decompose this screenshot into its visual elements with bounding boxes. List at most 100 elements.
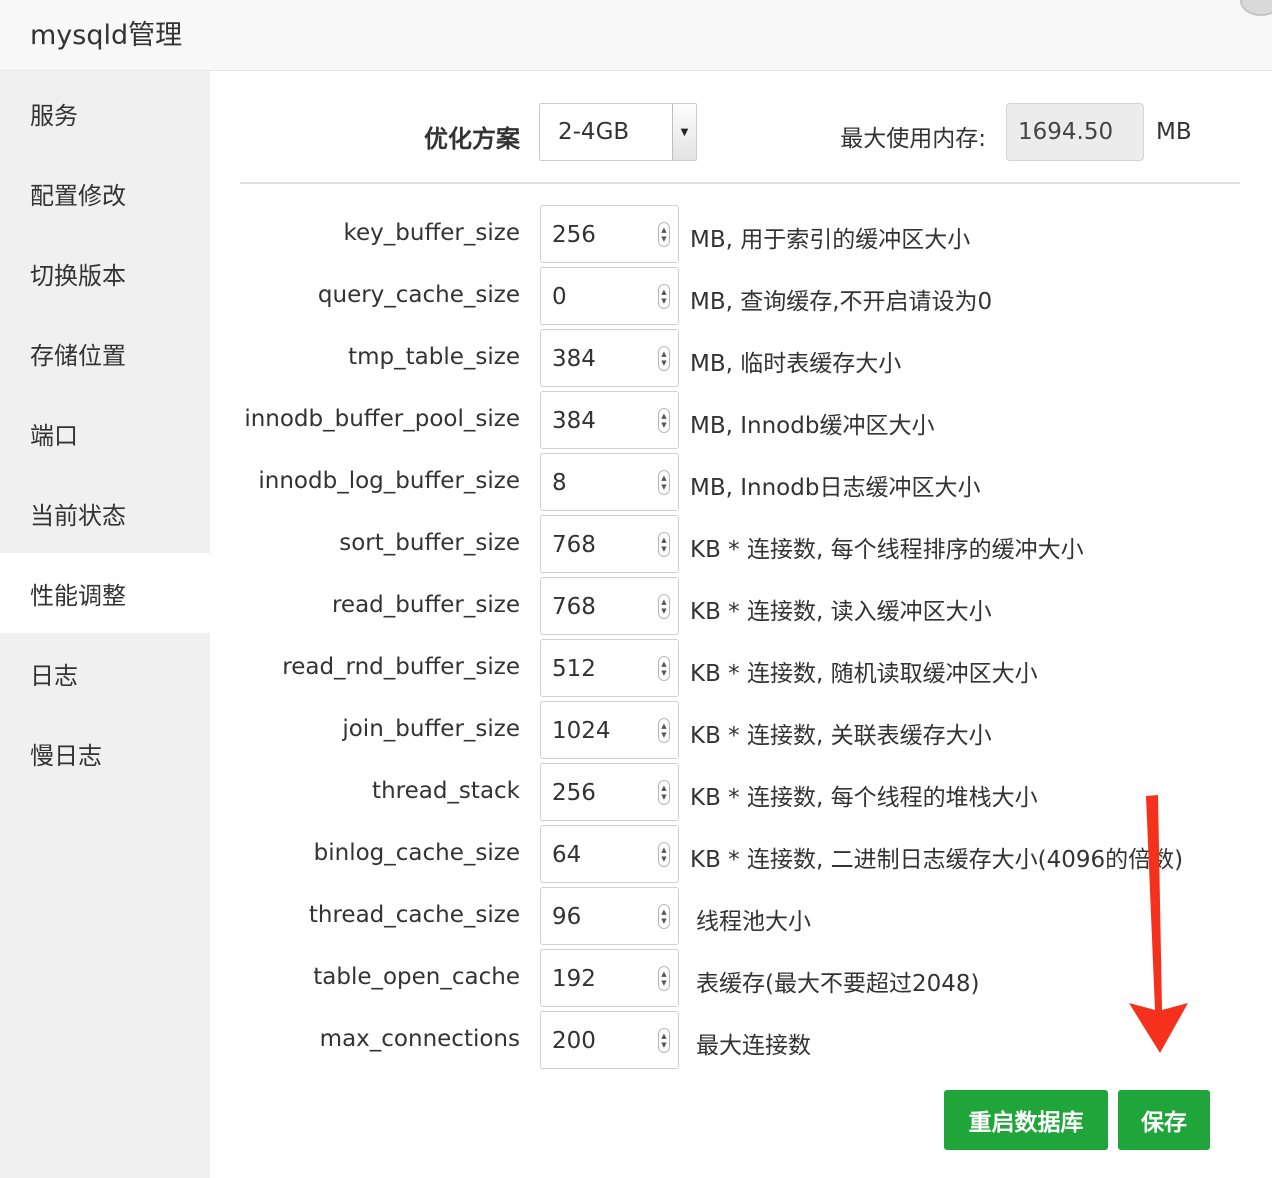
sidebar-item-version[interactable]: 切换版本: [0, 233, 210, 313]
param-number-input[interactable]: 384 ▲ ▼: [540, 391, 679, 449]
param-description: MB, Innodb日志缓冲区大小: [690, 475, 981, 501]
sidebar-item-log[interactable]: 日志: [0, 633, 210, 713]
param-label: max_connections: [319, 1026, 520, 1052]
param-number-input[interactable]: 768 ▲ ▼: [540, 577, 679, 635]
param-label: sort_buffer_size: [339, 530, 520, 556]
max-mem-field: 1694.50: [1006, 103, 1144, 161]
spinner-arrows-icon[interactable]: ▲ ▼: [658, 346, 670, 371]
spinner-arrows-icon[interactable]: ▲ ▼: [658, 718, 670, 743]
param-label: thread_stack: [372, 778, 520, 804]
param-number-input[interactable]: 0 ▲ ▼: [540, 267, 679, 325]
sidebar-item-port[interactable]: 端口: [0, 393, 210, 473]
param-row: table_open_cache 192 ▲ ▼ 表缓存(最大不要超过2048): [210, 947, 1272, 1009]
param-row: key_buffer_size 256 ▲ ▼ MB, 用于索引的缓冲区大小: [210, 203, 1272, 265]
param-label: thread_cache_size: [308, 902, 520, 928]
param-number-input[interactable]: 512 ▲ ▼: [540, 639, 679, 697]
divider: [240, 182, 1240, 184]
param-label: innodb_log_buffer_size: [258, 468, 520, 494]
param-value: 384: [552, 346, 596, 372]
param-label: join_buffer_size: [342, 716, 520, 742]
param-label: key_buffer_size: [343, 220, 521, 246]
param-label: read_rnd_buffer_size: [282, 654, 520, 680]
sidebar-item-status[interactable]: 当前状态: [0, 473, 210, 553]
param-description: KB * 连接数, 关联表缓存大小: [690, 723, 992, 749]
param-value: 200: [552, 1028, 596, 1054]
spinner-arrows-icon[interactable]: ▲ ▼: [658, 966, 670, 991]
spinner-arrows-icon[interactable]: ▲ ▼: [658, 284, 670, 309]
plan-select-value: 2-4GB: [558, 119, 630, 145]
spinner-arrows-icon[interactable]: ▲ ▼: [658, 904, 670, 929]
plan-select[interactable]: 2-4GB ▼: [539, 103, 697, 161]
param-row: join_buffer_size 1024 ▲ ▼ KB * 连接数, 关联表缓存大小: [210, 699, 1272, 761]
param-row: read_buffer_size 768 ▲ ▼ KB * 连接数, 读入缓冲区大小: [210, 575, 1272, 637]
param-value: 256: [552, 222, 596, 248]
param-row: sort_buffer_size 768 ▲ ▼ KB * 连接数, 每个线程排序的缓冲…: [210, 513, 1272, 575]
param-description: MB, 用于索引的缓冲区大小: [690, 227, 971, 253]
param-description: KB * 连接数, 每个线程的堆栈大小: [690, 785, 1038, 811]
param-number-input[interactable]: 768 ▲ ▼: [540, 515, 679, 573]
restart-database-button[interactable]: 重启数据库: [944, 1090, 1108, 1150]
param-value: 96: [552, 904, 582, 930]
spinner-arrows-icon[interactable]: ▲ ▼: [658, 780, 670, 805]
spinner-arrows-icon[interactable]: ▲ ▼: [658, 408, 670, 433]
param-number-input[interactable]: 192 ▲ ▼: [540, 949, 679, 1007]
param-value: 512: [552, 656, 596, 682]
param-row: innodb_buffer_pool_size 384 ▲ ▼ MB, Innodb缓冲…: [210, 389, 1272, 451]
param-number-input[interactable]: 64 ▲ ▼: [540, 825, 679, 883]
param-description: KB * 连接数, 每个线程排序的缓冲大小: [690, 537, 1084, 563]
param-label: binlog_cache_size: [313, 840, 520, 866]
spinner-arrows-icon[interactable]: ▲ ▼: [658, 1028, 670, 1053]
param-description: KB * 连接数, 随机读取缓冲区大小: [690, 661, 1038, 687]
param-label: tmp_table_size: [348, 344, 520, 370]
param-value: 768: [552, 594, 596, 620]
sidebar-item-slow-log[interactable]: 慢日志: [0, 713, 210, 793]
param-value: 384: [552, 408, 596, 434]
sidebar-item-service[interactable]: 服务: [0, 73, 210, 153]
param-row: max_connections 200 ▲ ▼ 最大连接数: [210, 1009, 1272, 1071]
param-value: 192: [552, 966, 596, 992]
save-button[interactable]: 保存: [1118, 1090, 1210, 1150]
param-description: 最大连接数: [696, 1033, 811, 1059]
param-number-input[interactable]: 8 ▲ ▼: [540, 453, 679, 511]
param-value: 768: [552, 532, 596, 558]
sidebar-item-storage[interactable]: 存储位置: [0, 313, 210, 393]
spinner-arrows-icon[interactable]: ▲ ▼: [658, 532, 670, 557]
param-description: 线程池大小: [696, 909, 811, 935]
main-panel: 优化方案 2-4GB ▼ 最大使用内存: 1694.50 MB key_buff…: [210, 71, 1272, 1178]
sidebar-item-config[interactable]: 配置修改: [0, 153, 210, 233]
title-bar: mysqld管理: [0, 0, 1272, 71]
param-label: query_cache_size: [317, 282, 520, 308]
param-number-input[interactable]: 200 ▲ ▼: [540, 1011, 679, 1069]
spinner-arrows-icon[interactable]: ▲ ▼: [658, 470, 670, 495]
param-value: 256: [552, 780, 596, 806]
param-value: 64: [552, 842, 582, 868]
param-number-input[interactable]: 256 ▲ ▼: [540, 205, 679, 263]
param-description: 表缓存(最大不要超过2048): [696, 971, 980, 997]
close-icon[interactable]: [1240, 0, 1272, 16]
param-label: innodb_buffer_pool_size: [244, 406, 520, 432]
dropdown-arrow-icon[interactable]: ▼: [672, 104, 696, 160]
param-row: innodb_log_buffer_size 8 ▲ ▼ MB, Innodb日志缓冲区…: [210, 451, 1272, 513]
param-number-input[interactable]: 1024 ▲ ▼: [540, 701, 679, 759]
spinner-arrows-icon[interactable]: ▲ ▼: [658, 222, 670, 247]
param-number-input[interactable]: 96 ▲ ▼: [540, 887, 679, 945]
param-number-input[interactable]: 384 ▲ ▼: [540, 329, 679, 387]
spinner-arrows-icon[interactable]: ▲ ▼: [658, 594, 670, 619]
param-number-input[interactable]: 256 ▲ ▼: [540, 763, 679, 821]
param-row: thread_stack 256 ▲ ▼ KB * 连接数, 每个线程的堆栈大小: [210, 761, 1272, 823]
sidebar: 服务 配置修改 切换版本 存储位置 端口 当前状态 性能调整 日志 慢日志: [0, 71, 210, 1178]
plan-label: 优化方案: [424, 125, 520, 153]
param-description: MB, 临时表缓存大小: [690, 351, 902, 377]
sidebar-item-performance[interactable]: 性能调整: [0, 553, 210, 633]
param-value: 0: [552, 284, 567, 310]
param-row: tmp_table_size 384 ▲ ▼ MB, 临时表缓存大小: [210, 327, 1272, 389]
param-description: MB, 查询缓存,不开启请设为0: [690, 289, 993, 315]
param-label: read_buffer_size: [331, 592, 520, 618]
spinner-arrows-icon[interactable]: ▲ ▼: [658, 842, 670, 867]
param-value: 1024: [552, 718, 611, 744]
param-description: KB * 连接数, 读入缓冲区大小: [690, 599, 992, 625]
max-mem-label: 最大使用内存:: [840, 126, 986, 152]
spinner-arrows-icon[interactable]: ▲ ▼: [658, 656, 670, 681]
max-mem-unit: MB: [1156, 119, 1192, 145]
param-description: KB * 连接数, 二进制日志缓存大小(4096的倍数): [690, 847, 1184, 873]
